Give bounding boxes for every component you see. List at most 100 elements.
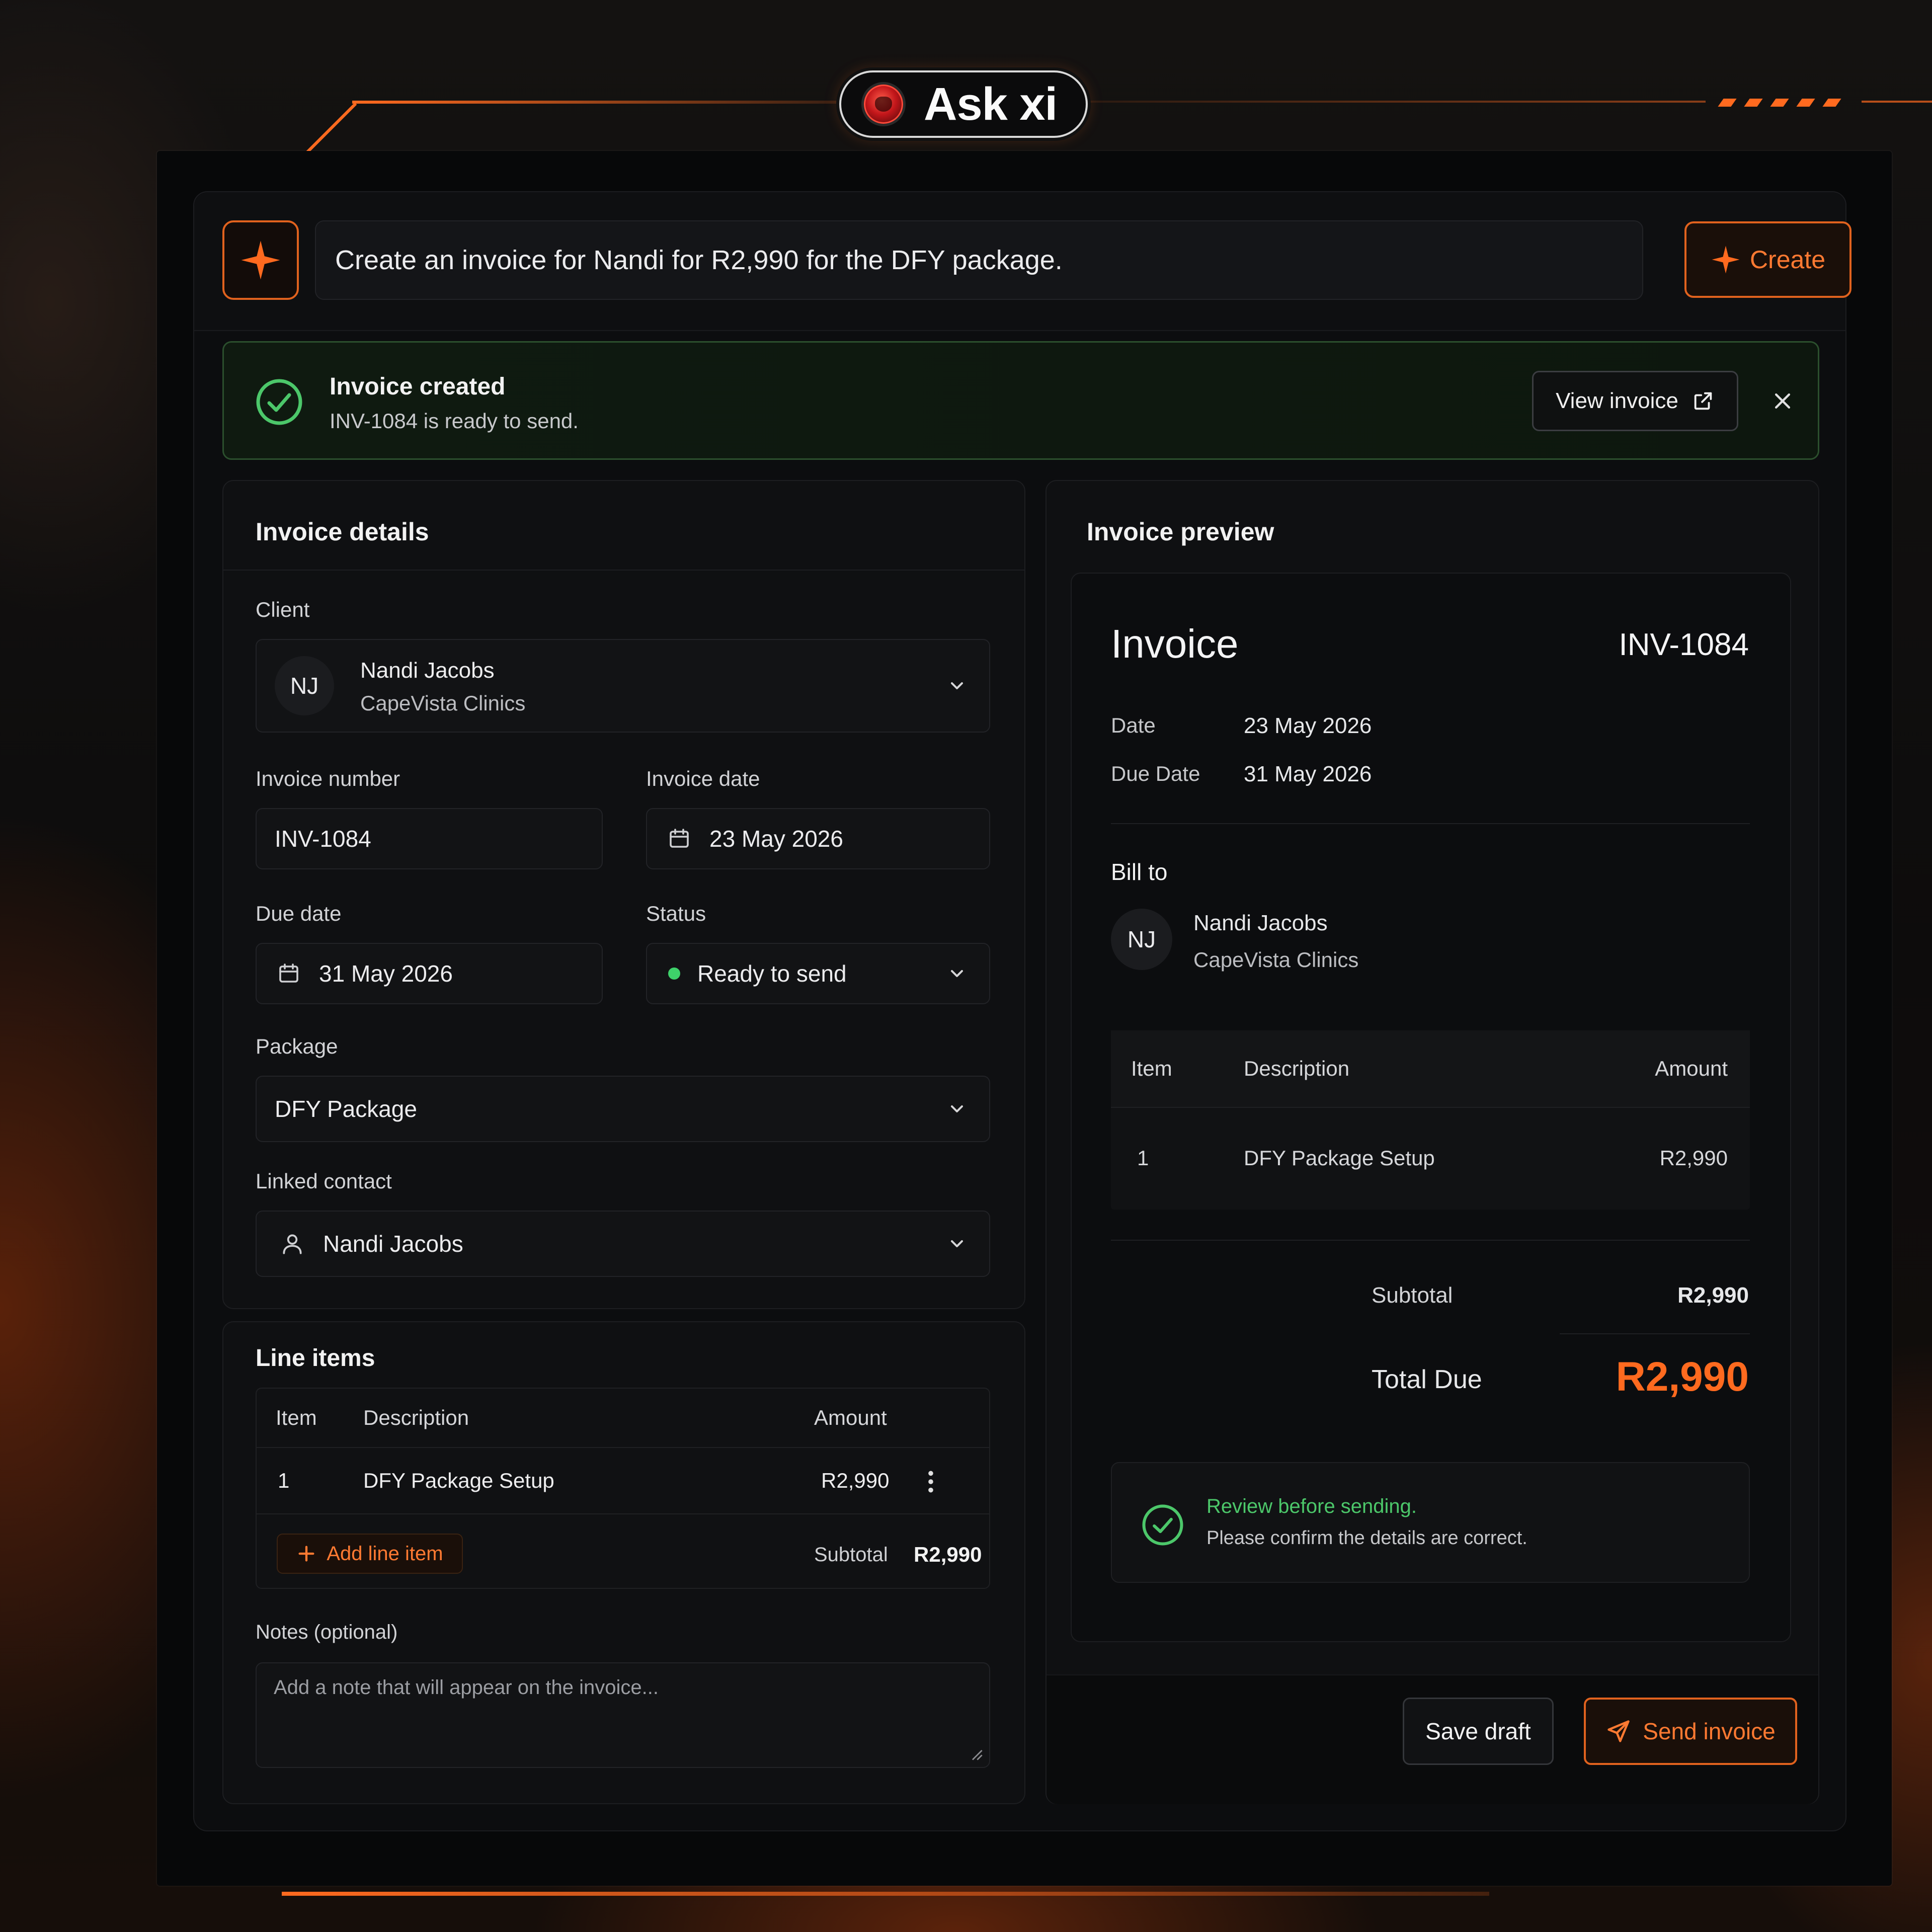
invoice-number: INV-1084 (1619, 627, 1749, 662)
user-icon (283, 1234, 302, 1254)
notes-textarea[interactable]: Add a note that will appear on the invoi… (256, 1662, 990, 1768)
line-items-table: Item Description Amount 1 DFY Package Se… (256, 1388, 990, 1589)
due-date-field[interactable]: 31 May 2026 (256, 943, 603, 1004)
header-amount: Amount (1655, 1057, 1728, 1080)
preview-title: Invoice preview (1087, 518, 1274, 546)
package-value: DFY Package (275, 1096, 417, 1122)
frame-accent-line (352, 101, 845, 104)
status-select[interactable]: Ready to send (646, 943, 990, 1004)
notes-placeholder: Add a note that will appear on the invoi… (274, 1676, 659, 1699)
status-value: Ready to send (697, 960, 847, 987)
frame-stripes (1718, 99, 1841, 107)
create-label: Create (1749, 246, 1826, 274)
save-draft-label: Save draft (1425, 1718, 1531, 1744)
header-description: Description (1244, 1057, 1350, 1080)
check-circle-icon (256, 379, 302, 425)
package-select[interactable]: DFY Package (256, 1076, 990, 1142)
linked-contact-select[interactable]: Nandi Jacobs (256, 1211, 990, 1277)
check-circle-icon (1142, 1504, 1183, 1546)
due-date-label: Due Date (1111, 762, 1200, 785)
calendar-icon (279, 963, 298, 983)
invoice-details-card: Invoice details Client NJ Nandi Jacobs C… (222, 480, 1025, 1309)
more-vertical-icon[interactable] (925, 1469, 937, 1494)
bill-to-avatar: NJ (1111, 909, 1172, 970)
plus-icon (298, 1546, 314, 1562)
table-row[interactable]: 1 DFY Package Setup R2,990 (257, 1448, 989, 1514)
preview-table-header: Item Description Amount (1111, 1030, 1750, 1108)
invoice-date-label: Invoice date (646, 767, 760, 790)
brand-logo-icon (861, 82, 906, 126)
client-name: Nandi Jacobs (360, 658, 495, 683)
linked-contact-value: Nandi Jacobs (323, 1231, 463, 1257)
close-banner-button[interactable] (1768, 387, 1797, 415)
row-amount: R2,990 (821, 1469, 890, 1492)
frame-accent-line-right (1087, 101, 1706, 103)
invoice-number-label: Invoice number (256, 767, 400, 790)
brand-pill: Ask xi (839, 70, 1088, 138)
due-date-value: 31 May 2026 (1244, 762, 1372, 786)
due-date-value: 31 May 2026 (319, 960, 453, 987)
bill-to-label: Bill to (1111, 859, 1168, 885)
status-label: Status (646, 902, 706, 925)
send-icon (1607, 1720, 1630, 1742)
invoice-heading: Invoice (1111, 621, 1239, 666)
frame-accent-end (1862, 101, 1932, 103)
client-select[interactable]: NJ Nandi Jacobs CapeVista Clinics (256, 639, 990, 733)
preview-actions: Save draft Send invoice (1046, 1674, 1818, 1804)
ai-sparkle-button[interactable] (222, 220, 299, 300)
view-invoice-label: View invoice (1556, 388, 1678, 413)
review-notice: Review before sending. Please confirm th… (1111, 1462, 1750, 1583)
divider (1111, 1240, 1750, 1241)
view-invoice-button[interactable]: View invoice (1532, 371, 1738, 431)
chevron-down-icon (951, 1240, 963, 1247)
total-due-label: Total Due (1372, 1365, 1482, 1394)
send-invoice-button[interactable]: Send invoice (1584, 1698, 1797, 1765)
save-draft-button[interactable]: Save draft (1403, 1698, 1554, 1765)
status-dot (668, 968, 680, 980)
invoice-date-value: 23 May 2026 (709, 826, 843, 852)
review-title: Review before sending. (1206, 1495, 1417, 1517)
invoice-preview-card: Invoice preview Invoice INV-1084 Date 23… (1045, 480, 1819, 1804)
chevron-down-icon (951, 970, 963, 977)
send-invoice-label: Send invoice (1643, 1718, 1776, 1744)
prompt-input[interactable]: Create an invoice for Nandi for R2,990 f… (315, 220, 1643, 300)
bill-to-company: CapeVista Clinics (1193, 948, 1359, 972)
subtotal-label: Subtotal (814, 1544, 888, 1566)
header-amount: Amount (814, 1406, 887, 1429)
frame-accent-bottom (282, 1892, 1489, 1896)
header-item: Item (1131, 1057, 1172, 1080)
divider (1111, 823, 1750, 824)
date-label: Date (1111, 713, 1156, 737)
divider (1560, 1333, 1750, 1334)
linked-contact-label: Linked contact (256, 1169, 392, 1193)
row-item: 1 (278, 1469, 290, 1492)
create-button[interactable]: Create (1684, 221, 1852, 298)
resize-handle-icon[interactable] (969, 1747, 983, 1761)
due-date-label: Due date (256, 902, 342, 925)
invoice-date-field[interactable]: 23 May 2026 (646, 808, 990, 869)
preview-table: Item Description Amount 1 DFY Package Se… (1111, 1030, 1750, 1210)
add-line-item-button[interactable]: Add line item (277, 1534, 463, 1574)
package-label: Package (256, 1034, 338, 1058)
external-link-icon (1694, 392, 1712, 410)
line-items-card: Line items Item Description Amount 1 DFY… (222, 1321, 1025, 1804)
notes-label: Notes (optional) (256, 1621, 398, 1643)
client-label: Client (256, 598, 310, 621)
line-items-title: Line items (256, 1345, 375, 1372)
invoice-document: Invoice INV-1084 Date 23 May 2026 Due Da… (1071, 573, 1791, 1642)
total-due-value: R2,990 (1616, 1354, 1749, 1400)
banner-subtitle: INV-1084 is ready to send. (330, 409, 579, 433)
close-icon (1775, 393, 1791, 409)
table-header: Item Description Amount (257, 1389, 989, 1448)
invoice-number-field[interactable]: INV-1084 (256, 808, 603, 869)
chevron-down-icon (951, 1105, 963, 1112)
calendar-icon (670, 829, 689, 848)
table-row: 1 DFY Package Setup R2,990 (1111, 1108, 1750, 1209)
details-title: Invoice details (256, 518, 429, 546)
row-description: DFY Package Setup (363, 1469, 554, 1492)
client-avatar: NJ (275, 656, 334, 715)
header-item: Item (276, 1406, 317, 1429)
date-value: 23 May 2026 (1244, 713, 1372, 738)
row-amount: R2,990 (1659, 1146, 1728, 1170)
review-subtitle: Please confirm the details are correct. (1206, 1527, 1527, 1549)
